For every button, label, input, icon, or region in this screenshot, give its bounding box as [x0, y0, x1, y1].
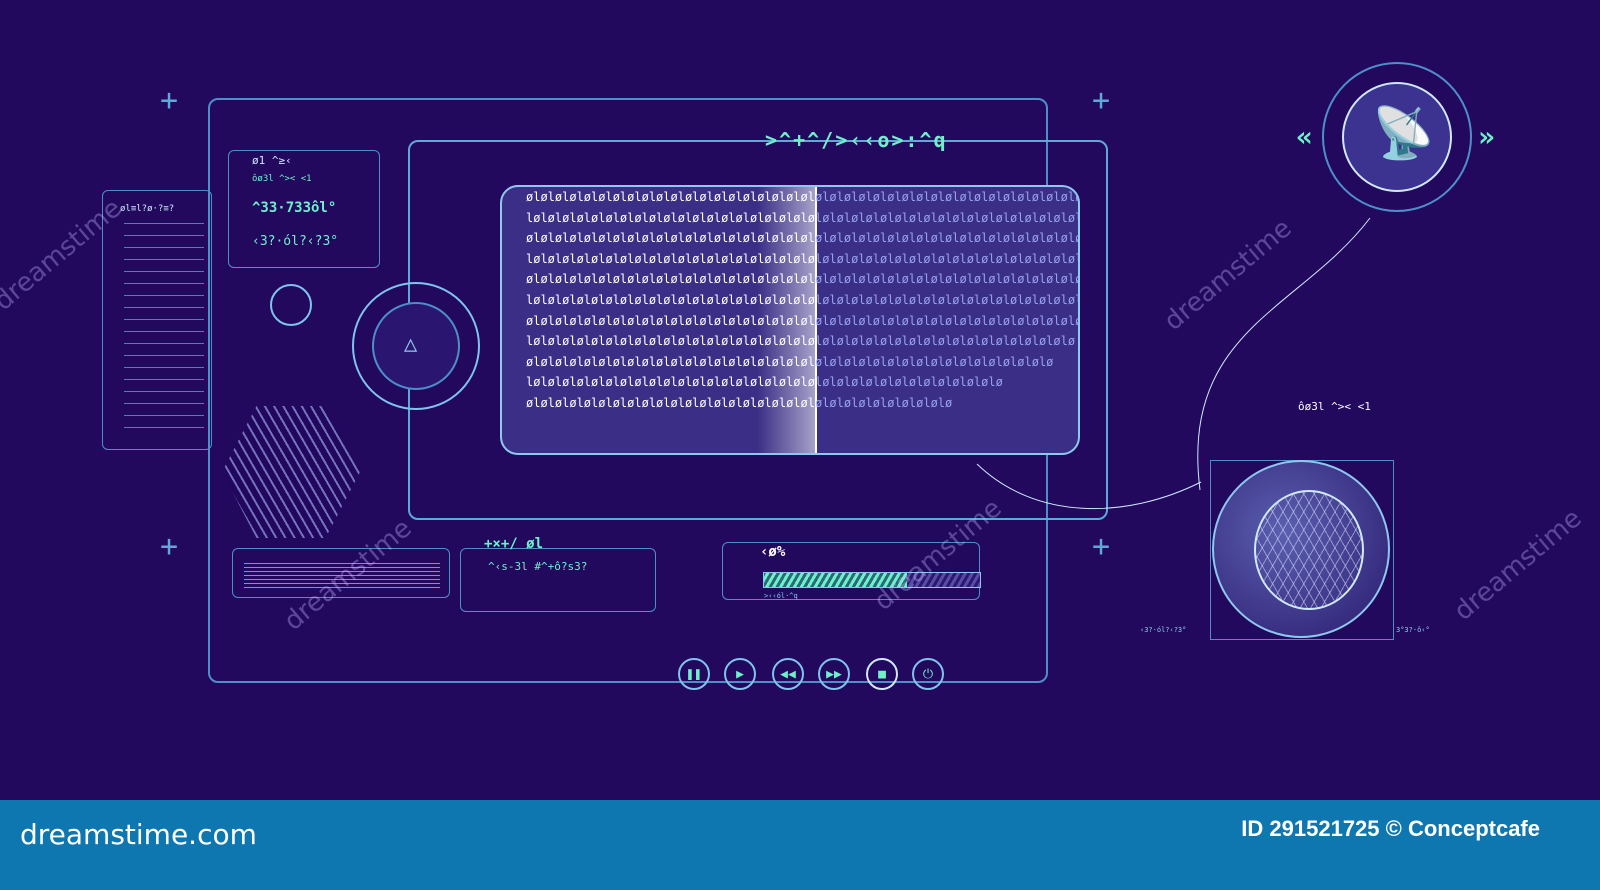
- small-dial: [270, 284, 312, 326]
- readout-2: ôø3l ^>< <1: [252, 174, 312, 184]
- play-button[interactable]: ▶: [724, 658, 756, 690]
- globe-readout: ôø3l ^>< <1: [1298, 400, 1371, 413]
- globe-mesh: [1254, 490, 1364, 610]
- crosshair-icon: +: [160, 83, 179, 118]
- triangle-icon: △: [404, 332, 418, 357]
- code-header: øl≡l?ø·?≡?: [120, 204, 175, 214]
- progress-status: >‹‹ól·^q: [764, 592, 798, 600]
- pause-button[interactable]: ❚❚: [678, 658, 710, 690]
- globe-caption-left: ‹3?·ól?‹?3°: [1140, 626, 1187, 634]
- readout-1: ø1 ^≥‹: [252, 154, 292, 167]
- code-box-line: ^‹s-3l #^+ô?s3?: [488, 560, 588, 573]
- readout-4: ‹3?·ól?‹?3°: [252, 234, 339, 249]
- crosshair-icon: +: [160, 529, 179, 564]
- footer-credit: ID 291521725 © Conceptcafe: [1241, 816, 1540, 841]
- footer-logo[interactable]: dreamstime.com: [20, 818, 257, 851]
- code-listing: [124, 218, 204, 428]
- rewind-button[interactable]: ◀◀: [772, 658, 804, 690]
- connection-line: [976, 463, 1202, 510]
- power-button[interactable]: ⏻: [912, 658, 944, 690]
- fast-forward-button[interactable]: ▶▶: [818, 658, 850, 690]
- footer-bar: dreamstime.com ID 291521725 © Conceptcaf…: [0, 800, 1600, 890]
- chevron-left-icon[interactable]: «: [1296, 120, 1313, 153]
- progress-bar: [763, 572, 981, 588]
- crosshair-icon: +: [1092, 529, 1111, 564]
- page-title: >^+^/>‹‹o>:^q: [765, 128, 948, 152]
- chevron-right-icon[interactable]: »: [1478, 120, 1495, 153]
- stop-button[interactable]: ■: [866, 658, 898, 690]
- globe-caption-right: 3°3?·ô‹°: [1396, 626, 1430, 634]
- binary-data-panel: øløløløløløløløløløløløløløløløløløløløl…: [500, 185, 1080, 455]
- readout-3: ^33·733ôl°: [252, 200, 337, 216]
- code-box: [460, 548, 656, 612]
- progress-label: ‹ø%: [760, 544, 786, 560]
- scan-line: [757, 187, 817, 453]
- watermark: dreamstime: [1448, 503, 1588, 627]
- crosshair-icon: +: [1092, 83, 1111, 118]
- code-box-header: +×+/ øl: [484, 536, 544, 552]
- satellite-dish-icon: 📡: [1372, 104, 1435, 162]
